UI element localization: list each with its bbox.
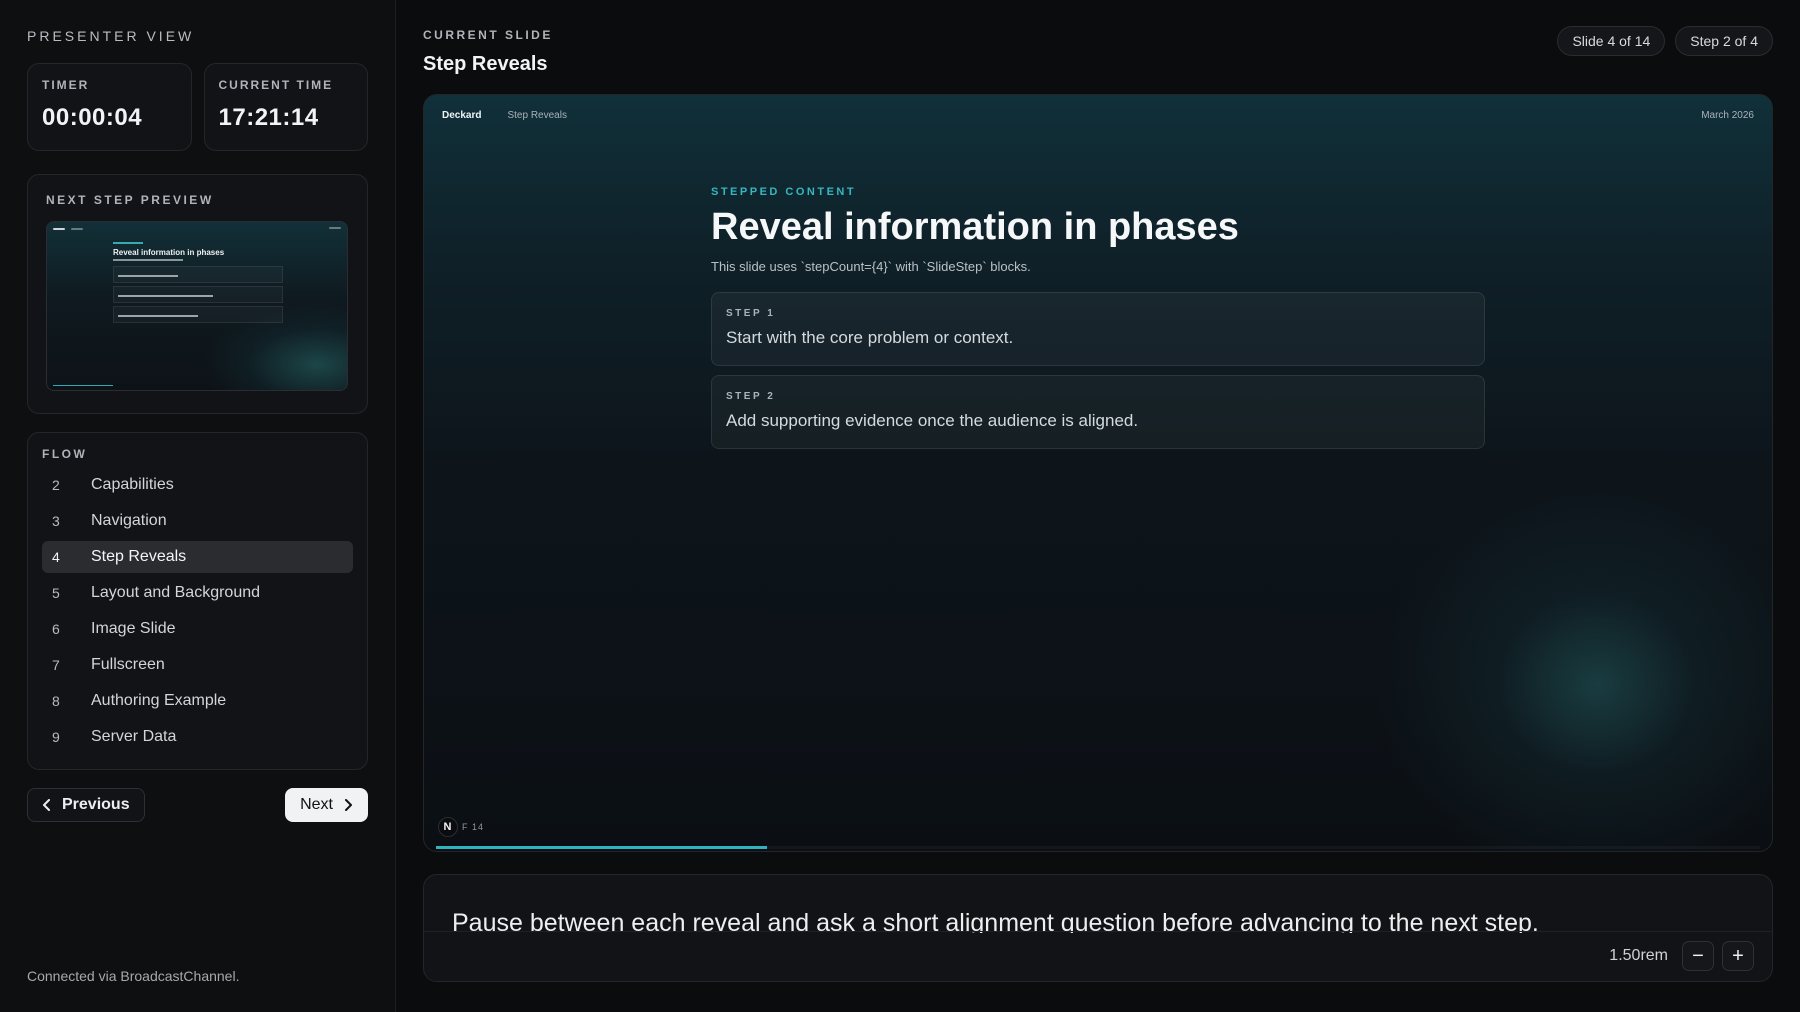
step-counter-badge: Step 2 of 4 [1675, 26, 1773, 56]
next-step-preview-card: NEXT STEP PREVIEW Reveal information in … [27, 174, 368, 414]
main-header: CURRENT SLIDE Step Reveals Slide 4 of 14… [423, 26, 1773, 94]
flow-item-label: Fullscreen [91, 656, 165, 673]
flow-item-number: 8 [52, 693, 60, 709]
flow-item-number: 6 [52, 621, 60, 637]
navigation-buttons: Previous Next [27, 788, 368, 822]
step-text: Start with the core problem or context. [726, 328, 1014, 347]
presenter-app: PRESENTER VIEW TIMER 00:00:04 CURRENT TI… [0, 0, 1800, 1012]
timer-value: 00:00:04 [42, 104, 143, 131]
next-step-preview-label: NEXT STEP PREVIEW [46, 193, 214, 207]
current-slide-preview: Deckard Step Reveals March 2026 STEPPED C… [423, 94, 1773, 852]
step-text: Add supporting evidence once the audienc… [726, 411, 1139, 430]
flow-item-number: 5 [52, 585, 60, 601]
thumbnail-kicker [113, 242, 143, 244]
flow-item-fullscreen[interactable]: 7 Fullscreen [42, 649, 353, 681]
flow-item-authoring-example[interactable]: 8 Authoring Example [42, 685, 353, 717]
thumbnail-step-box [113, 306, 283, 323]
next-button-label: Next [300, 796, 333, 813]
timer-card: TIMER 00:00:04 [27, 63, 192, 151]
thumbnail-title: Reveal information in phases [113, 248, 225, 257]
flow-item-label: Capabilities [91, 476, 174, 493]
chevron-right-icon [343, 799, 353, 811]
main-panel: CURRENT SLIDE Step Reveals Slide 4 of 14… [396, 0, 1800, 1012]
flow-label: FLOW [42, 447, 88, 461]
flow-item-number: 4 [52, 549, 60, 565]
slide-step-2: STEP 2 Add supporting evidence once the … [711, 375, 1485, 449]
flow-item-label: Step Reveals [91, 548, 187, 565]
counter-pills: Slide 4 of 14 Step 2 of 4 [1557, 26, 1773, 56]
slide-title: Reveal information in phases [711, 206, 1239, 248]
slide-progress-track [436, 846, 1760, 849]
flow-item-label: Navigation [91, 512, 167, 529]
flow-item-number: 3 [52, 513, 60, 529]
flow-item-label: Server Data [91, 728, 177, 745]
previous-button-label: Previous [62, 796, 130, 813]
slide-header: Deckard Step Reveals March 2026 [442, 110, 1754, 121]
current-time-label: CURRENT TIME [218, 78, 334, 92]
flow-card: FLOW 2 Capabilities 3 Navigation 4 Step Rev… [27, 432, 368, 770]
slide-kicker: STEPPED CONTENT [711, 186, 857, 198]
current-slide-kicker: CURRENT SLIDE [423, 28, 553, 42]
previous-button[interactable]: Previous [27, 788, 145, 822]
speaker-notes-text: Pause between each reveal and ask a shor… [452, 909, 1539, 933]
current-time-card: CURRENT TIME 17:21:14 [203, 63, 368, 151]
next-button[interactable]: Next [285, 788, 368, 822]
slide-date: March 2026 [1701, 110, 1754, 121]
slide-footer: N F 14 [438, 817, 484, 837]
timer-label: TIMER [42, 78, 90, 92]
current-slide-heading: CURRENT SLIDE Step Reveals [423, 28, 553, 76]
clock-row: TIMER 00:00:04 CURRENT TIME 17:21:14 [27, 63, 368, 151]
flow-item-label: Image Slide [91, 620, 176, 637]
flow-item-number: 2 [52, 477, 60, 493]
flow-item-number: 9 [52, 729, 60, 745]
notes-divider [424, 931, 1772, 932]
connection-status: Connected via BroadcastChannel. [27, 968, 240, 984]
slide-step-1: STEP 1 Start with the core problem or co… [711, 292, 1485, 366]
thumbnail-step-box [113, 266, 283, 283]
flow-item-navigation[interactable]: 3 Navigation [42, 505, 353, 537]
flow-item-layout-and-background[interactable]: 5 Layout and Background [42, 577, 353, 609]
current-time-value: 17:21:14 [218, 104, 319, 131]
speaker-notes: Pause between each reveal and ask a shor… [423, 874, 1773, 982]
increase-font-button[interactable]: + [1722, 941, 1754, 971]
notes-font-controls: 1.50rem − + [1609, 941, 1754, 971]
flow-item-number: 7 [52, 657, 60, 673]
minus-icon: − [1692, 944, 1704, 967]
presenter-view-title: PRESENTER VIEW [27, 28, 195, 44]
flow-item-capabilities[interactable]: 2 Capabilities [42, 469, 353, 501]
slide-brand: Deckard [442, 110, 482, 121]
chevron-left-icon [42, 799, 52, 811]
slide-progress-fill [436, 846, 767, 849]
flow-list: 2 Capabilities 3 Navigation 4 Step Reveals … [42, 469, 353, 753]
step-label: STEP 2 [726, 391, 776, 402]
flow-item-server-data[interactable]: 9 Server Data [42, 721, 353, 753]
step-label: STEP 1 [726, 308, 776, 319]
slide-counter-badge: Slide 4 of 14 [1557, 26, 1666, 56]
thumbnail-progress [53, 385, 113, 386]
thumbnail-header [53, 227, 341, 231]
flow-item-step-reveals[interactable]: 4 Step Reveals [42, 541, 353, 573]
n-logo-icon: N [438, 817, 458, 837]
slide-section: Step Reveals [507, 110, 567, 121]
thumbnail-step-box [113, 286, 283, 303]
slide-content: STEPPED CONTENT Reveal information in ph… [711, 186, 1485, 449]
flow-item-label: Authoring Example [91, 692, 227, 709]
next-step-thumbnail[interactable]: Reveal information in phases [46, 221, 348, 391]
slide-footer-text: F 14 [462, 822, 485, 832]
notes-font-size-value: 1.50rem [1609, 947, 1668, 964]
thumbnail-subtitle [113, 259, 183, 261]
flow-item-image-slide[interactable]: 6 Image Slide [42, 613, 353, 645]
slide-subtitle: This slide uses `stepCount={4}` with `Sl… [711, 259, 1031, 274]
current-slide-title: Step Reveals [423, 53, 548, 75]
plus-icon: + [1732, 944, 1744, 967]
decrease-font-button[interactable]: − [1682, 941, 1714, 971]
flow-item-label: Layout and Background [91, 584, 261, 601]
sidebar: PRESENTER VIEW TIMER 00:00:04 CURRENT TI… [0, 0, 396, 1012]
